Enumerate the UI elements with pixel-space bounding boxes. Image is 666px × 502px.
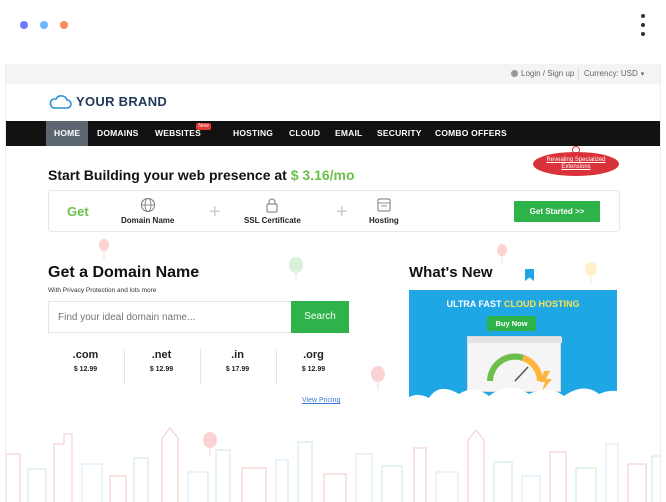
buy-now-button[interactable]: Buy Now bbox=[487, 316, 536, 331]
nav-label: CLOUD bbox=[289, 128, 321, 138]
promo-highlight: CLOUD HOSTING bbox=[504, 299, 580, 309]
headline-price: $ 3.16/mo bbox=[290, 167, 355, 183]
promo-title: ULTRA FAST CLOUD HOSTING bbox=[409, 299, 617, 309]
cloud-hosting-banner[interactable]: ULTRA FAST CLOUD HOSTING Buy Now bbox=[409, 290, 617, 398]
feature-ssl: SSL Certificate bbox=[244, 197, 301, 225]
login-link[interactable]: Login / Sign up bbox=[511, 69, 574, 78]
domain-search-input[interactable] bbox=[48, 301, 292, 333]
promo-prefix: ULTRA FAST bbox=[446, 299, 502, 309]
tld-item[interactable]: .net $ 12.99 bbox=[124, 345, 199, 389]
currency-selector[interactable]: Currency: USD ▾ bbox=[584, 69, 644, 78]
nav-item-websites[interactable]: WEBSITES New bbox=[147, 121, 211, 146]
tld-name: .net bbox=[151, 349, 172, 361]
main-nav: HOME DOMAINS WEBSITES New HOSTING CLOUD E… bbox=[6, 121, 660, 146]
user-icon bbox=[511, 70, 518, 77]
balloon-icon bbox=[289, 257, 303, 281]
get-started-button[interactable]: Get Started >> bbox=[514, 201, 600, 222]
domain-subtitle: With Privacy Protection and lots more bbox=[48, 287, 157, 294]
balloon-icon bbox=[497, 244, 507, 264]
server-icon bbox=[377, 198, 391, 212]
window-dot-icon bbox=[60, 21, 68, 29]
currency-label: Currency: USD bbox=[584, 69, 638, 78]
lock-icon bbox=[266, 198, 278, 213]
feature-label: SSL Certificate bbox=[244, 216, 301, 225]
window-dot-icon bbox=[20, 21, 28, 29]
tld-price: $ 12.99 bbox=[73, 366, 98, 373]
nav-label: COMBO OFFERS bbox=[435, 128, 507, 138]
tld-price-list: .com $ 12.99 .net $ 12.99 .in $ 17.99 .o… bbox=[48, 345, 350, 389]
tld-item[interactable]: .org $ 12.99 bbox=[276, 345, 351, 389]
plus-icon: + bbox=[209, 201, 221, 223]
nav-item-combo-offers[interactable]: COMBO OFFERS bbox=[427, 121, 515, 146]
domain-title: Get a Domain Name bbox=[48, 264, 200, 281]
tld-name: .com bbox=[72, 349, 99, 361]
kebab-menu-icon[interactable] bbox=[638, 14, 648, 40]
nav-item-security[interactable]: SECURITY bbox=[369, 121, 430, 146]
cloud-logo-icon[interactable] bbox=[48, 94, 72, 110]
www-globe-icon bbox=[140, 198, 155, 212]
headline-text: Start Building your web presence at bbox=[48, 167, 287, 183]
nav-label: DOMAINS bbox=[97, 128, 139, 138]
city-skyline-illustration bbox=[6, 427, 660, 502]
hero-headline: Start Building your web presence at $ 3.… bbox=[48, 167, 355, 183]
nav-item-email[interactable]: EMAIL bbox=[327, 121, 370, 146]
nav-item-hosting[interactable]: HOSTING bbox=[225, 121, 281, 146]
tld-name: .in bbox=[231, 349, 244, 361]
cloud-decoration-icon bbox=[409, 387, 617, 398]
plus-icon: + bbox=[336, 201, 348, 223]
nav-label: SECURITY bbox=[377, 128, 422, 138]
brand-name[interactable]: YOUR BRAND bbox=[76, 94, 167, 109]
feature-hosting: Hosting bbox=[369, 197, 399, 225]
chevron-down-icon: ▾ bbox=[640, 71, 645, 78]
tld-item[interactable]: .com $ 12.99 bbox=[48, 345, 123, 389]
nav-item-domains[interactable]: DOMAINS bbox=[89, 121, 147, 146]
utility-bar: Login / Sign up Currency: USD ▾ bbox=[6, 64, 660, 84]
nav-item-home[interactable]: HOME bbox=[46, 121, 89, 146]
new-badge: New bbox=[196, 123, 211, 130]
search-button[interactable]: Search bbox=[291, 301, 349, 333]
login-label: Login / Sign up bbox=[521, 69, 575, 78]
nav-label: EMAIL bbox=[335, 128, 363, 138]
balloon-icon bbox=[371, 366, 385, 390]
brand-bar: YOUR BRAND bbox=[6, 84, 660, 122]
tld-price: $ 12.99 bbox=[301, 366, 326, 373]
tld-name: .org bbox=[303, 349, 324, 361]
extensions-ribbon[interactable]: Revealing Specialized Extensions bbox=[533, 152, 619, 176]
feature-label: Hosting bbox=[369, 216, 399, 225]
bundle-bar: Get Domain Name + SSL Certificate + Host… bbox=[48, 190, 620, 232]
feature-label: Domain Name bbox=[121, 216, 175, 225]
tld-price: $ 12.99 bbox=[149, 366, 174, 373]
view-pricing-link[interactable]: View Pricing bbox=[302, 397, 340, 404]
website: Login / Sign up Currency: USD ▾ YOUR BRAN… bbox=[5, 64, 661, 502]
bookmark-icon bbox=[525, 269, 534, 281]
browser-chrome bbox=[0, 0, 666, 64]
balloon-icon bbox=[585, 262, 597, 284]
nav-label: HOSTING bbox=[233, 128, 274, 138]
divider bbox=[578, 67, 579, 80]
window-dot-icon bbox=[40, 21, 48, 29]
whats-new-title: What's New bbox=[409, 264, 493, 281]
tld-item[interactable]: .in $ 17.99 bbox=[200, 345, 275, 389]
feature-domain: Domain Name bbox=[121, 197, 174, 225]
balloon-icon bbox=[99, 239, 109, 259]
get-label: Get bbox=[67, 204, 89, 219]
nav-label: HOME bbox=[54, 128, 81, 138]
nav-item-cloud[interactable]: CLOUD bbox=[281, 121, 328, 146]
tld-price: $ 17.99 bbox=[225, 366, 250, 373]
nav-label: WEBSITES bbox=[155, 128, 201, 138]
